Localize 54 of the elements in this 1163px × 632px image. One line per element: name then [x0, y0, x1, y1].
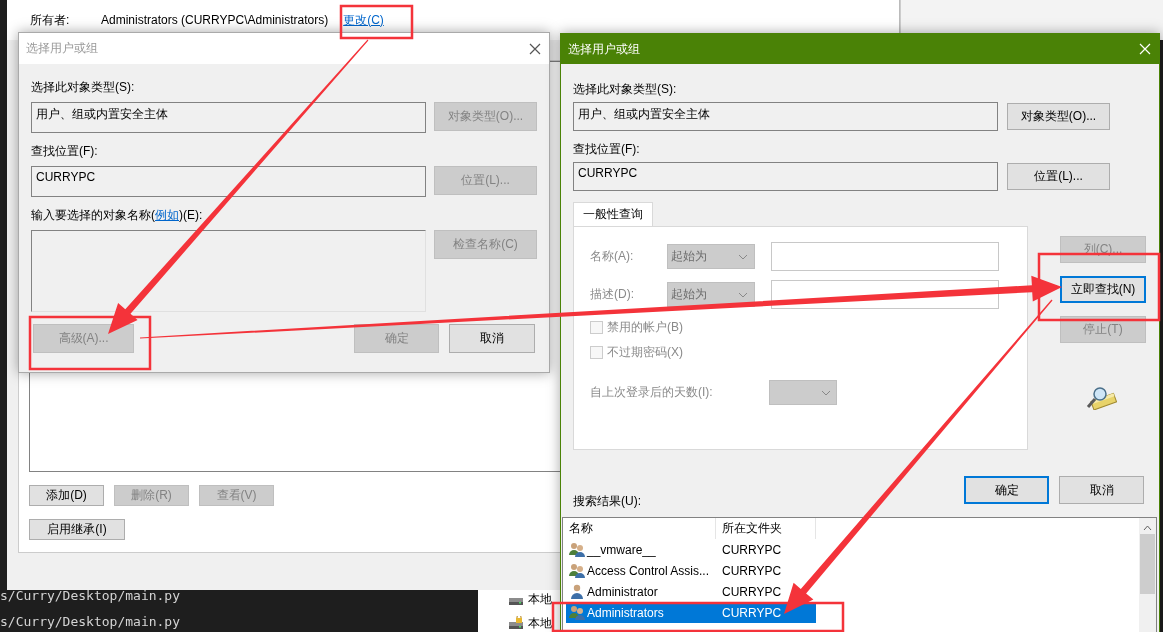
terminal-line: s/Curry/Desktop/main.py — [0, 588, 181, 604]
text-field[interactable] — [771, 242, 999, 271]
field-label: 输入要选择的对象名称(例如)(E): — [31, 207, 204, 224]
owner-value: Administrators (CURRYPC\Administrators) — [101, 13, 329, 27]
chevron-icon — [821, 389, 831, 396]
cancel-button[interactable]: 取消 — [449, 324, 535, 353]
query-label: 描述(D): — [590, 286, 635, 303]
result-name: Administrators — [587, 605, 664, 620]
field-label: 查找位置(F): — [31, 143, 99, 160]
result-folder: CURRYPC — [721, 562, 783, 580]
result-name[interactable]: Access Control Assis... — [587, 563, 710, 578]
owner-label: 所有者: — [30, 11, 71, 29]
search-icon — [1085, 384, 1117, 410]
readonly-field: CURRYPC — [573, 162, 998, 191]
checkbox-label: 不过期密码(X) — [607, 343, 683, 361]
dropdown-value: 起始为 — [671, 248, 707, 265]
days-label: 自上次登录后的天数(I): — [590, 384, 714, 401]
dropdown-value: 起始为 — [671, 286, 707, 303]
object-type-button[interactable]: 对象类型(O)... — [1007, 103, 1110, 130]
change-link[interactable]: 更改(C) — [343, 11, 384, 29]
terminal-line: s/Curry/Desktop/main.py — [0, 614, 181, 630]
chevron-icon — [738, 291, 748, 298]
query-label: 名称(A): — [590, 248, 635, 265]
readonly-field: 用户、组或内置安全主体 — [31, 102, 426, 133]
tab[interactable]: 一般性查询 — [573, 202, 653, 226]
drive-label[interactable]: 本地 — [528, 590, 552, 608]
window-title: 选择用户或组 — [26, 40, 98, 57]
column-header[interactable]: 名称 — [563, 518, 716, 539]
checkbox-label: 禁用的帐户(B) — [607, 318, 683, 336]
ok-button[interactable]: 确定 — [964, 476, 1049, 504]
side-button[interactable]: 立即查找(N) — [1060, 276, 1146, 303]
readonly-field: CURRYPC — [31, 166, 426, 197]
chevron-icon — [738, 253, 748, 260]
result-folder: CURRYPC — [721, 541, 783, 559]
drive-label[interactable]: 本地 — [528, 614, 552, 632]
entry-button[interactable]: 添加(D) — [29, 485, 104, 506]
column-header[interactable]: 所在文件夹 — [716, 518, 816, 539]
field-label: 选择此对象类型(S): — [573, 81, 678, 98]
field-label: 查找位置(F): — [573, 141, 641, 158]
names-input[interactable] — [31, 230, 426, 312]
inherit-button[interactable]: 启用继承(I) — [29, 519, 125, 540]
field-label: 选择此对象类型(S): — [31, 79, 136, 96]
window-title: 选择用户或组 — [568, 40, 640, 58]
location-button[interactable]: 位置(L)... — [1007, 163, 1110, 190]
result-name[interactable]: Administrator — [587, 584, 658, 599]
scrollbar-thumb[interactable] — [1140, 534, 1155, 594]
result-folder: CURRYPC — [721, 583, 783, 601]
result-name[interactable]: __vmware__ — [587, 542, 656, 557]
readonly-field: 用户、组或内置安全主体 — [573, 102, 998, 131]
cancel-button[interactable]: 取消 — [1059, 476, 1144, 504]
result-folder: CURRYPC — [721, 604, 783, 622]
results-label: 搜索结果(U): — [573, 493, 642, 510]
scroll-up-icon[interactable] — [1143, 525, 1152, 531]
example-link[interactable]: 例如 — [155, 208, 179, 222]
